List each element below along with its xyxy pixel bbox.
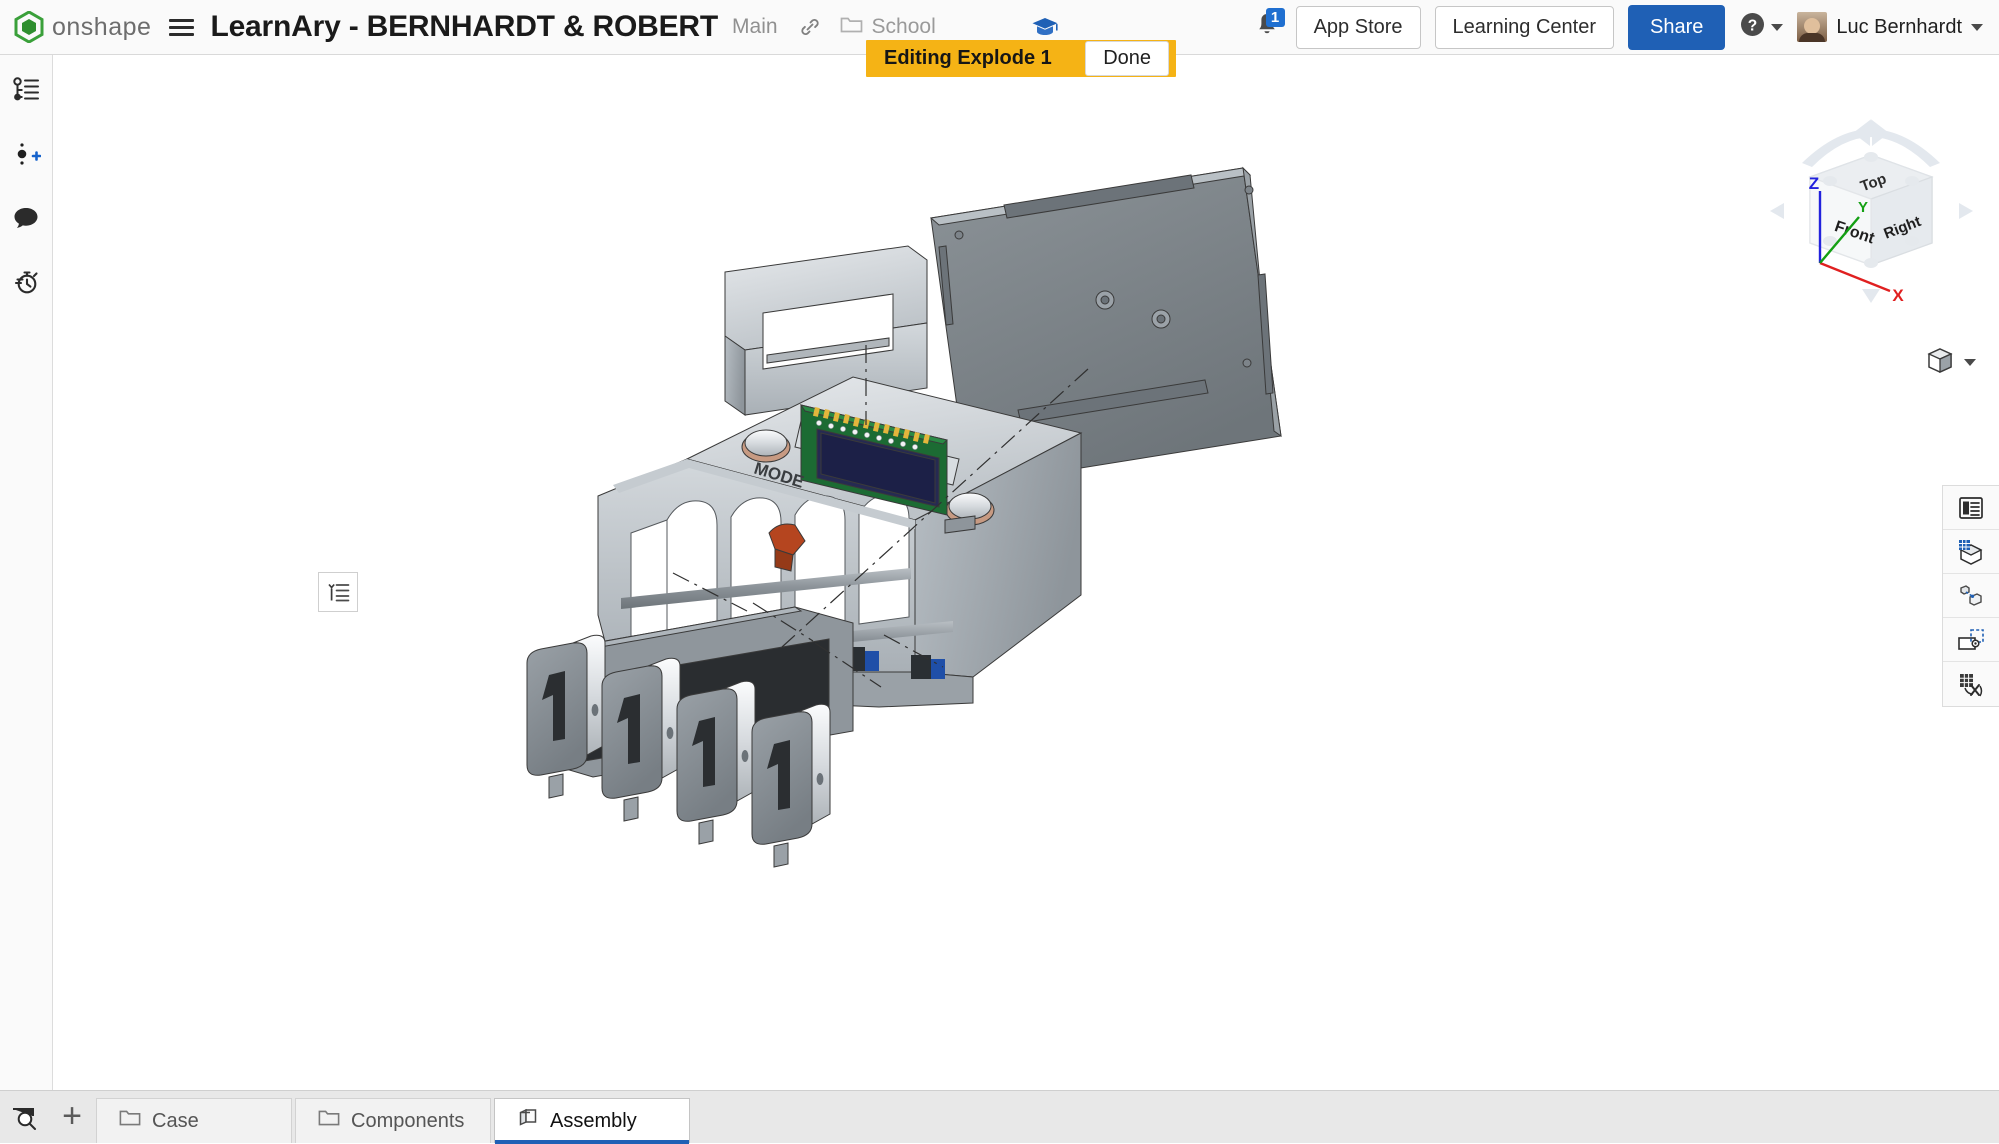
tab-label: Assembly: [550, 1110, 637, 1133]
assembly-tree-icon[interactable]: [5, 69, 47, 111]
user-name-label: Luc Bernhardt: [1836, 16, 1962, 39]
number-card: [602, 658, 680, 821]
onshape-mark-icon: [14, 11, 44, 43]
history-icon[interactable]: [5, 261, 47, 303]
number-card: [677, 681, 755, 844]
help-menu[interactable]: ?: [1739, 11, 1783, 43]
learning-center-button[interactable]: Learning Center: [1435, 6, 1614, 49]
graduation-cap-icon[interactable]: [1031, 16, 1059, 38]
avatar: [1797, 12, 1827, 42]
display-state-icon[interactable]: [1943, 618, 1999, 662]
zoom-to-fit-icon[interactable]: [0, 1090, 48, 1143]
help-circle-icon: ?: [1739, 11, 1766, 43]
link-icon[interactable]: [798, 15, 822, 39]
notification-count-badge: 1: [1266, 8, 1285, 27]
editing-explode-label: Editing Explode 1: [884, 47, 1052, 70]
document-title: LearnAry - BERNHARDT & ROBERT: [210, 10, 718, 44]
view-tools-toolbar: [1942, 485, 1999, 707]
folder-icon: [318, 1109, 340, 1133]
exploded-view-icon[interactable]: [1943, 574, 1999, 618]
editing-explode-banner: Editing Explode 1 Done: [866, 40, 1176, 77]
comment-icon[interactable]: [5, 197, 47, 239]
chevron-down-icon: [1771, 24, 1783, 31]
display-mode-selector[interactable]: [1925, 345, 1976, 380]
top-bar-actions: 1 App Store Learning Center Share ? Lu: [1252, 5, 1983, 50]
section-view-icon[interactable]: [1943, 530, 1999, 574]
user-menu[interactable]: Luc Bernhardt: [1797, 12, 1983, 42]
notifications-button[interactable]: 1: [1252, 10, 1282, 44]
view-cube[interactable]: Top Front Right Z X Y: [1764, 115, 1979, 310]
add-tab-icon[interactable]: +: [48, 1090, 96, 1143]
tab-case[interactable]: Case: [96, 1098, 292, 1143]
svg-text:?: ?: [1748, 17, 1757, 34]
tab-label: Case: [152, 1110, 199, 1133]
axis-label-y: Y: [1858, 199, 1868, 216]
tab-label: Components: [351, 1110, 464, 1133]
collapse-list-icon[interactable]: [318, 572, 358, 612]
folder-icon: [119, 1109, 141, 1133]
folder-icon: [840, 15, 863, 40]
view-cube-body: [1810, 152, 1932, 268]
share-button[interactable]: Share: [1628, 5, 1725, 50]
tab-assembly[interactable]: Assembly: [494, 1098, 690, 1143]
app-store-button[interactable]: App Store: [1296, 6, 1421, 49]
explode-done-button[interactable]: Done: [1085, 41, 1169, 76]
tab-bar: + Case Components Assembly: [0, 1090, 1999, 1143]
chevron-down-icon: [1971, 24, 1983, 31]
axis-label-z: Z: [1809, 174, 1819, 193]
insert-instance-icon[interactable]: [5, 133, 47, 175]
assembly-list-panel-icon[interactable]: [1943, 486, 1999, 530]
onshape-wordmark: onshape: [52, 13, 151, 42]
assembly-icon: [517, 1108, 539, 1134]
onshape-logo[interactable]: onshape: [14, 11, 151, 43]
breadcrumb-folder-label: School: [872, 15, 936, 39]
branch-label[interactable]: Main: [732, 15, 778, 39]
left-icon-rail: [0, 55, 53, 1090]
tab-components[interactable]: Components: [295, 1098, 491, 1143]
number-card: [752, 704, 830, 867]
mate-connector-tools-icon[interactable]: [1943, 662, 1999, 706]
chevron-down-icon: [1964, 359, 1976, 366]
hamburger-menu-icon[interactable]: [169, 19, 194, 36]
shaded-cube-icon: [1925, 345, 1955, 380]
axis-label-x: X: [1892, 286, 1904, 305]
breadcrumb-folder[interactable]: School: [840, 15, 936, 40]
